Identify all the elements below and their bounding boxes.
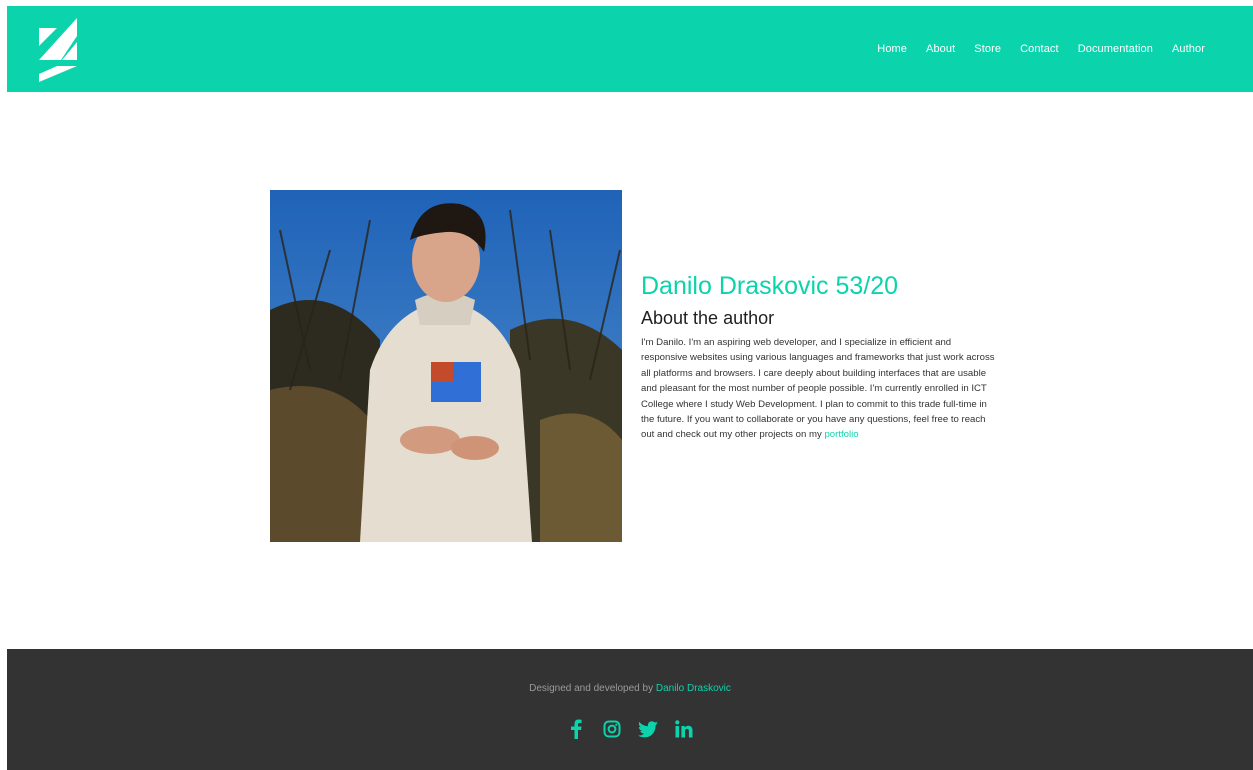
author-photo — [270, 190, 622, 542]
credits-author-link[interactable]: Danilo Draskovic — [656, 683, 731, 694]
page: Home About Store Contact Documentation A… — [7, 6, 1253, 770]
nav-link-documentation[interactable]: Documentation — [1078, 43, 1153, 55]
logo-icon[interactable] — [37, 16, 79, 82]
footer-credits: Designed and developed by Danilo Draskov… — [7, 683, 1253, 694]
nav-link-contact[interactable]: Contact — [1020, 43, 1059, 55]
facebook-icon[interactable] — [566, 719, 586, 739]
social-links — [7, 719, 1253, 739]
author-bio: I'm Danilo. I'm an aspiring web develope… — [641, 335, 997, 443]
author-subtitle: About the author — [641, 308, 775, 328]
linkedin-icon[interactable] — [674, 719, 694, 739]
portfolio-link[interactable]: portfolio — [824, 429, 858, 440]
author-info: Danilo Draskovic 53/20 About the author … — [641, 268, 997, 443]
author-bio-text: I'm Danilo. I'm an aspiring web develope… — [641, 337, 995, 441]
nav-link-author[interactable]: Author — [1172, 43, 1205, 55]
nav-link-about[interactable]: About — [926, 43, 955, 55]
nav-link-home[interactable]: Home — [877, 43, 907, 55]
instagram-icon[interactable] — [602, 719, 622, 739]
author-name: Danilo Draskovic 53/20 — [641, 272, 899, 300]
navbar: Home About Store Contact Documentation A… — [7, 6, 1253, 92]
twitter-icon[interactable] — [638, 719, 658, 739]
footer: Designed and developed by Danilo Draskov… — [7, 649, 1253, 770]
main-nav: Home About Store Contact Documentation A… — [877, 6, 1205, 92]
credits-prefix: Designed and developed by — [529, 683, 654, 694]
nav-link-store[interactable]: Store — [974, 43, 1001, 55]
